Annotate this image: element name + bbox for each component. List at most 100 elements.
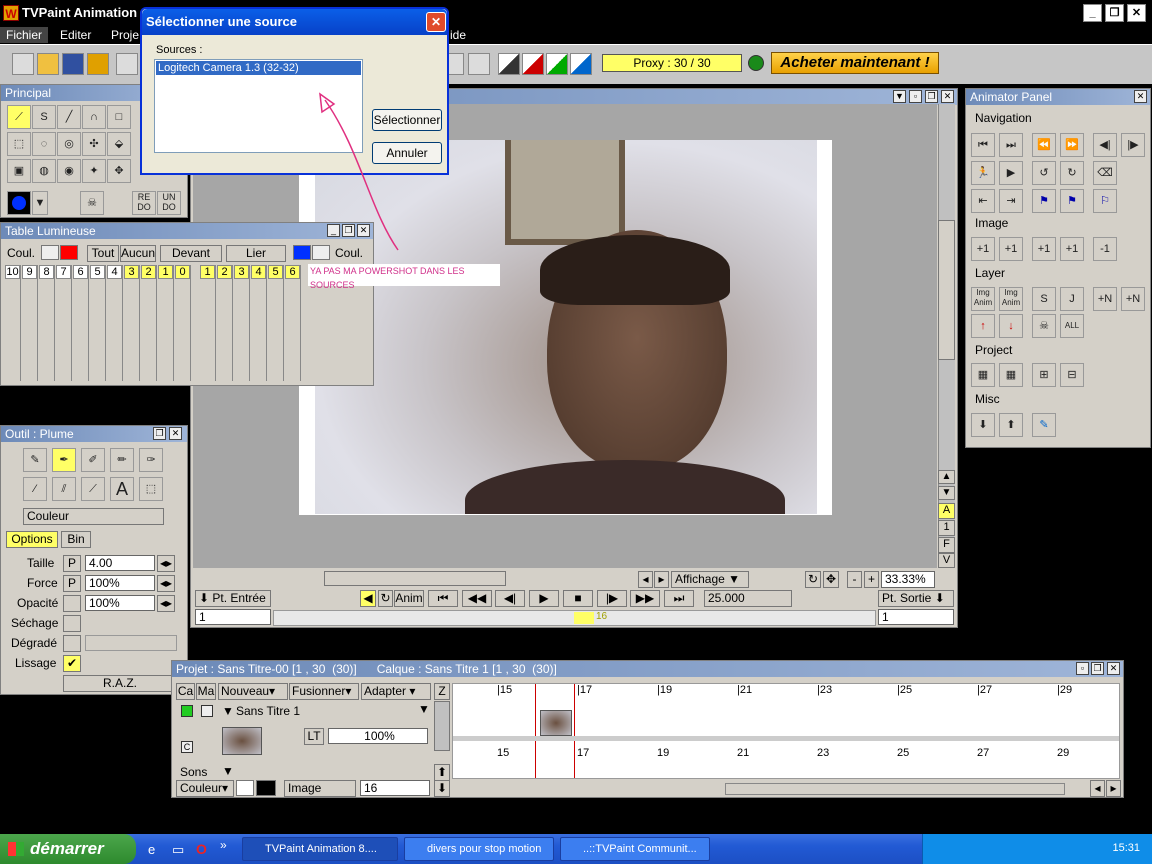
minimize-button[interactable]: _ — [1083, 4, 1102, 22]
redo-button[interactable]: RE DO — [132, 191, 156, 215]
onion-red-swatch[interactable] — [60, 245, 78, 260]
pt-entree-button[interactable]: ⬇ Pt. Entrée — [195, 590, 271, 607]
anim-button[interactable]: Anim — [394, 590, 424, 607]
pt-sortie-button[interactable]: Pt. Sortie ⬇ — [878, 590, 954, 607]
light-table-column[interactable]: 10 — [5, 265, 21, 381]
task-folder[interactable]: divers pour stop motion — [404, 837, 554, 861]
project-grid-2-icon[interactable]: ▦ — [999, 363, 1023, 387]
timeline-hscroll[interactable] — [725, 783, 1065, 795]
quicklaunch-desktop-icon[interactable]: ▭ — [172, 842, 184, 858]
opacite-field[interactable]: 100% — [85, 595, 155, 611]
monitor-icon[interactable] — [468, 53, 490, 75]
marker-icon[interactable]: ✐ — [81, 448, 105, 472]
pen-icon[interactable]: ✒ — [52, 448, 76, 472]
airbrush-icon[interactable]: ✑ — [139, 448, 163, 472]
layer-all-button[interactable]: ALL — [1060, 314, 1084, 338]
force-pressure-button[interactable]: P — [63, 575, 81, 592]
next-frame-icon[interactable]: |▶ — [597, 590, 627, 607]
timeline-restore-icon[interactable]: ❐ — [1091, 662, 1104, 675]
prev-frame-icon[interactable]: ◀| — [495, 590, 525, 607]
project-grid-icon[interactable]: ▦ — [971, 363, 995, 387]
light-table-column[interactable]: 7 — [56, 265, 72, 381]
lier-button[interactable]: Lier — [226, 245, 286, 262]
zoom-in-button[interactable]: + — [864, 571, 879, 588]
pattern-icon[interactable]: ◉ — [57, 159, 81, 183]
fast-forward-icon[interactable]: ▶▶ — [630, 590, 660, 607]
knife-icon[interactable]: ⟋ — [81, 477, 105, 501]
run-icon[interactable]: 🏃 — [971, 161, 995, 185]
paintbrush-icon[interactable]: ⁄ — [23, 477, 47, 501]
close-button[interactable]: ✕ — [1127, 4, 1146, 22]
first-frame-icon[interactable]: ⏮ — [428, 590, 458, 607]
folder-icon[interactable] — [87, 53, 109, 75]
menu-fichier[interactable]: Fichier — [0, 27, 49, 43]
side-button-f[interactable]: F — [938, 537, 955, 553]
rectangle-icon[interactable]: □ — [107, 105, 131, 129]
move-icon[interactable]: ✥ — [107, 159, 131, 183]
frame-out-field[interactable]: 1 — [878, 609, 954, 625]
quicklaunch-opera-icon[interactable]: O — [196, 841, 207, 857]
viewer-restore-icon[interactable]: ❐ — [925, 90, 938, 103]
transform-icon[interactable]: ✣ — [82, 132, 106, 156]
degrade-gradient-bar[interactable] — [85, 635, 177, 651]
lissage-checkbox[interactable]: ✔ — [63, 655, 81, 672]
zoom-field[interactable]: 33.33% — [881, 571, 935, 588]
nav-first-icon[interactable]: ⏮ — [971, 133, 995, 157]
new-file-icon[interactable] — [12, 53, 34, 75]
select-tool-icon[interactable]: ⬚ — [139, 477, 163, 501]
adapter-dropdown[interactable]: Adapter ▾ — [361, 683, 431, 700]
opacite-pressure-button[interactable] — [63, 595, 81, 612]
play-icon[interactable]: ▶ — [529, 590, 559, 607]
brush-tool-icon[interactable] — [116, 53, 138, 75]
center-icon[interactable]: ✥ — [823, 571, 839, 588]
viewer-hscroll[interactable] — [324, 571, 506, 586]
color-mode-dropdown[interactable]: Couleur — [23, 508, 164, 525]
light-table-column[interactable]: 4 — [107, 265, 123, 381]
select-circle-icon[interactable]: ◌ — [32, 132, 56, 156]
light-table-column[interactable]: 0 — [175, 265, 191, 381]
opacite-stepper[interactable]: ◂▸ — [157, 595, 175, 612]
oil-brush-icon[interactable]: ⫽ — [52, 477, 76, 501]
bw-swatch-icon[interactable] — [498, 53, 520, 75]
spline-icon[interactable]: ∩ — [82, 105, 106, 129]
layer-new-2-icon[interactable]: +N — [1121, 287, 1145, 311]
image-insert-icon[interactable]: +1 — [1032, 237, 1056, 261]
stop-icon[interactable]: ■ — [563, 590, 593, 607]
light-table-column[interactable]: 3 — [234, 265, 250, 381]
flag-left-icon[interactable]: ⚑ — [1032, 189, 1056, 213]
bg-black-swatch[interactable] — [256, 780, 276, 796]
side-button-1[interactable]: 1 — [938, 520, 955, 536]
tool-panel-restore-icon[interactable]: ❐ — [153, 427, 166, 440]
taille-pressure-button[interactable]: P — [63, 555, 81, 572]
viewer-menu-icon[interactable]: ▼ — [893, 90, 906, 103]
img-anim-button-2[interactable]: Img Anim — [999, 287, 1023, 311]
image-add-after-icon[interactable]: +1 — [999, 237, 1023, 261]
fps-dropdown[interactable]: 25.000 — [704, 590, 792, 607]
devant-button[interactable]: Devant — [160, 245, 222, 262]
force-field[interactable]: 100% — [85, 575, 155, 591]
layer-color-indicator[interactable] — [181, 705, 193, 717]
tout-button[interactable]: Tout — [87, 245, 119, 262]
misc-pen-icon[interactable]: ✎ — [1032, 413, 1056, 437]
frame-out-icon[interactable]: ⇥ — [999, 189, 1023, 213]
light-table-column[interactable]: 2 — [217, 265, 233, 381]
task-opera[interactable]: ..::TVPaint Communit... — [560, 837, 710, 861]
magic-wand-icon[interactable]: ✦ — [82, 159, 106, 183]
light-table-column[interactable]: 5 — [90, 265, 106, 381]
rotate-icon[interactable]: ↻ — [805, 571, 821, 588]
light-table-column[interactable]: 1 — [200, 265, 216, 381]
primary-color-icon[interactable] — [7, 191, 31, 215]
quicklaunch-more-icon[interactable]: » — [220, 838, 227, 852]
img-anim-button[interactable]: Img Anim — [971, 287, 995, 311]
layer-name[interactable]: Sans Titre 1 — [236, 704, 300, 718]
nav-last-icon[interactable]: ⏭ — [999, 133, 1023, 157]
light-table-column[interactable]: 8 — [39, 265, 55, 381]
layer-c-toggle[interactable]: C — [181, 741, 193, 753]
task-tvpaint[interactable]: TVPaint Animation 8.... — [242, 837, 398, 861]
quicklaunch-ie-icon[interactable]: e — [148, 842, 155, 857]
timeline-current-frame[interactable] — [535, 684, 575, 778]
viewer-minimize-icon[interactable]: ▫ — [909, 90, 922, 103]
project-tree-2-icon[interactable]: ⊟ — [1060, 363, 1084, 387]
pan-left-icon[interactable]: ◂ — [638, 571, 653, 588]
col-z[interactable]: Z — [434, 683, 450, 700]
